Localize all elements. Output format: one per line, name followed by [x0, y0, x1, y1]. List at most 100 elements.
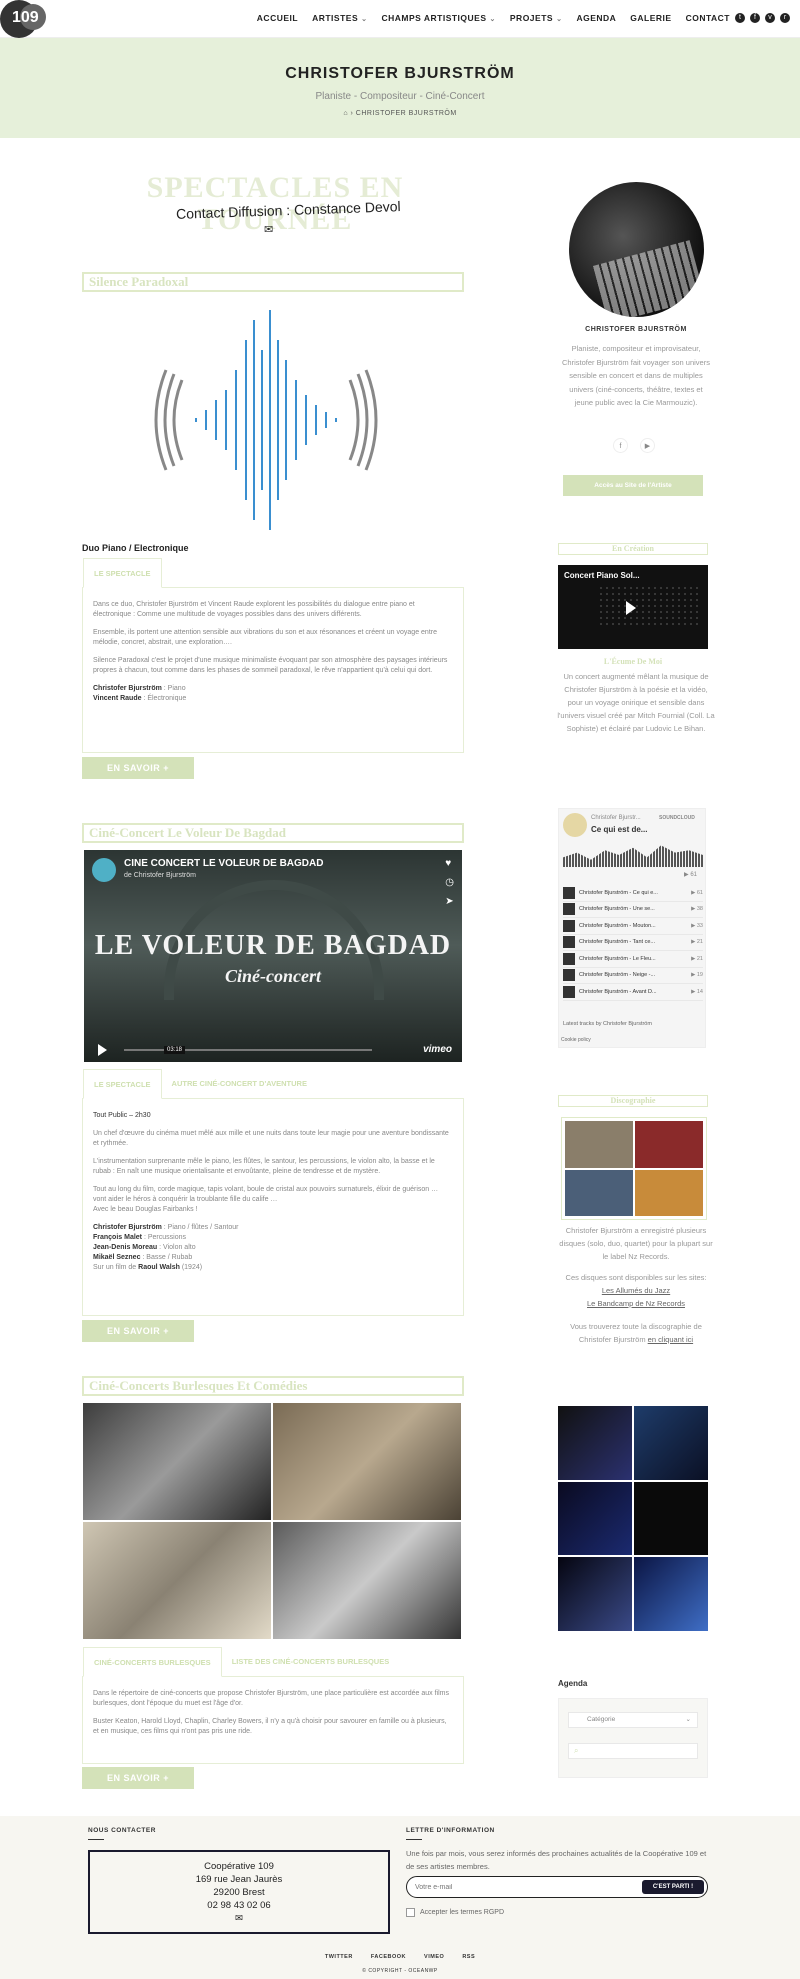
- nav-item-agenda[interactable]: AGENDA: [576, 13, 616, 23]
- rss-icon[interactable]: r: [780, 13, 790, 23]
- main-nav: ACCUEIL ARTISTES ⌄ CHAMPS ARTISTIQUES ⌄ PR…: [257, 13, 730, 23]
- album-cover[interactable]: [565, 1169, 633, 1216]
- sidebar-heading-discographie: Discographie: [558, 1095, 708, 1107]
- list-item[interactable]: Christofer Bjurström - Neige -... ▶ 19: [563, 968, 703, 984]
- rgpd-consent[interactable]: Accepter les termes RGPD: [406, 1908, 504, 1917]
- bagdad-more-button[interactable]: EN SAVOIR +: [82, 1320, 194, 1342]
- footer-link-vimeo[interactable]: VIMEO: [424, 1954, 444, 1960]
- nav-item-champs-artistiques[interactable]: CHAMPS ARTISTIQUES ⌄: [381, 13, 495, 23]
- clock-icon[interactable]: ◷: [445, 877, 454, 888]
- video-title[interactable]: CINE CONCERT LE VOLEUR DE BAGDAD: [124, 858, 323, 869]
- discography-link-full[interactable]: en cliquant ici: [648, 1335, 693, 1344]
- email-field[interactable]: [415, 1881, 615, 1894]
- tab-cine-concerts-burlesques[interactable]: CINÉ-CONCERTS BURLESQUES: [83, 1647, 222, 1677]
- agenda-search-input[interactable]: ⌕: [568, 1743, 698, 1759]
- site-logo[interactable]: 109: [0, 0, 46, 38]
- footer-link-twitter[interactable]: TWITTER: [325, 1954, 353, 1960]
- footer-link-rss[interactable]: RSS: [462, 1954, 475, 1960]
- footer-newsletter-heading: LETTRE D'INFORMATION: [406, 1827, 495, 1840]
- twitter-icon[interactable]: t: [735, 13, 745, 23]
- bagdad-paragraph: Un chef d'œuvre du cinéma muet mêlé aux …: [93, 1130, 449, 1147]
- video-progress-bar[interactable]: 03:18: [124, 1046, 372, 1054]
- mail-icon[interactable]: ✉: [90, 1912, 388, 1925]
- mail-icon[interactable]: ✉: [264, 223, 273, 236]
- gallery-photo[interactable]: [558, 1406, 632, 1480]
- facebook-icon[interactable]: f: [613, 438, 628, 453]
- soundcloud-track[interactable]: Ce qui est de...: [591, 825, 647, 834]
- tab-autre-cine-concert[interactable]: AUTRE CINÉ-CONCERT D'AVENTURE: [162, 1069, 317, 1099]
- nav-item-accueil[interactable]: ACCUEIL: [257, 13, 298, 23]
- artist-site-button[interactable]: Accès au Site de l'Artiste: [563, 475, 703, 496]
- bagdad-video-player[interactable]: CINE CONCERT LE VOLEUR DE BAGDAD de Chri…: [84, 850, 462, 1062]
- track-thumbnail: [563, 936, 575, 949]
- nav-item-projets[interactable]: PROJETS ⌄: [510, 13, 563, 23]
- track-artwork[interactable]: [563, 813, 587, 837]
- soundcloud-logo[interactable]: SOUNDCLOUD: [659, 815, 695, 821]
- burlesque-more-button[interactable]: EN SAVOIR +: [82, 1767, 194, 1789]
- discography-link-allumes[interactable]: Les Allumés du Jazz: [556, 1284, 716, 1297]
- newsletter-description: Une fois par mois, vous serez informés d…: [406, 1849, 707, 1871]
- soundcloud-artist[interactable]: Christofer Bjurstr...: [591, 815, 641, 821]
- album-cover[interactable]: [565, 1121, 633, 1168]
- tab-le-spectacle[interactable]: LE SPECTACLE: [83, 558, 162, 588]
- youtube-icon[interactable]: ▶: [640, 438, 655, 453]
- sidebar-social: f ▶: [613, 438, 655, 453]
- play-icon[interactable]: [98, 1044, 107, 1056]
- discography-link-bandcamp[interactable]: Le Bandcamp de Nz Records: [556, 1297, 716, 1310]
- cookie-policy-link[interactable]: Cookie policy: [561, 1037, 591, 1043]
- gallery-photo[interactable]: [558, 1557, 632, 1631]
- gallery-photo[interactable]: [634, 1557, 708, 1631]
- footer-contact-heading: NOUS CONTACTER: [88, 1827, 156, 1840]
- soundcloud-footer[interactable]: Latest tracks by Christofer Bjurström: [563, 1021, 652, 1027]
- list-item[interactable]: Christofer Bjurström - Tant ce... ▶ 21: [563, 935, 703, 951]
- breadcrumb: ⌂ › CHRISTOFER BJURSTRÖM: [343, 110, 457, 117]
- footer-link-facebook[interactable]: FACEBOOK: [371, 1954, 406, 1960]
- list-item[interactable]: Christofer Bjurström - Mouton... ▶ 33: [563, 918, 703, 935]
- bagdad-credit: Jean-Denis Moreau : Violon alto: [93, 1244, 196, 1251]
- nav-item-artistes[interactable]: ARTISTES ⌄: [312, 13, 367, 23]
- category-select[interactable]: Catégorie ⌄: [568, 1712, 698, 1728]
- subscribe-button[interactable]: C'EST PARTI !: [642, 1880, 704, 1894]
- tab-le-spectacle[interactable]: LE SPECTACLE: [83, 1069, 162, 1099]
- discography-covers[interactable]: [561, 1117, 707, 1220]
- nav-item-contact[interactable]: CONTACT: [686, 13, 730, 23]
- bagdad-credit: Christofer Bjurström : Piano / flûtes / …: [93, 1224, 239, 1231]
- chevron-down-icon: ⌄: [685, 1716, 691, 1723]
- heart-icon[interactable]: ♥: [445, 858, 454, 869]
- gallery-photo[interactable]: [634, 1406, 708, 1480]
- silence-credit: Christofer Bjurström : Piano: [93, 685, 186, 692]
- video-overlay-title: LE VOLEUR DE BAGDAD: [94, 930, 452, 961]
- list-item[interactable]: Christofer Bjurström - Une se... ▶ 38: [563, 902, 703, 918]
- play-icon[interactable]: [626, 601, 636, 615]
- gallery-photo[interactable]: [558, 1481, 632, 1556]
- creation-video-player[interactable]: Concert Piano Sol...: [558, 565, 708, 649]
- discography-full: Vous trouverez toute la discographie de …: [570, 1322, 702, 1344]
- vimeo-icon[interactable]: v: [765, 13, 775, 23]
- gallery-photo[interactable]: [634, 1481, 708, 1556]
- burlesque-photo: [82, 1521, 272, 1640]
- list-item[interactable]: Christofer Bjurström - Ce qui e... ▶ 61: [563, 885, 703, 902]
- nav-item-galerie[interactable]: GALERIE: [630, 13, 671, 23]
- facebook-icon[interactable]: f: [750, 13, 760, 23]
- tab-liste-cine-concerts[interactable]: LISTE DES CINÉ-CONCERTS BURLESQUES: [222, 1647, 400, 1677]
- video-author[interactable]: de Christofer Bjurström: [124, 872, 196, 879]
- list-item[interactable]: Christofer Bjurström - Le Fleu... ▶ 21: [563, 951, 703, 968]
- list-item[interactable]: Christofer Bjurström - Avant D... ▶ 14: [563, 984, 703, 1001]
- soundcloud-widget[interactable]: Christofer Bjurstr... Ce qui est de... S…: [558, 808, 706, 1048]
- album-cover[interactable]: [635, 1121, 703, 1168]
- burlesque-photo: [272, 1521, 462, 1640]
- home-icon[interactable]: ⌂: [343, 110, 348, 117]
- bagdad-credit: Mikaël Seznec : Basse / Rubab: [93, 1254, 193, 1261]
- vimeo-logo[interactable]: vimeo: [423, 1044, 452, 1055]
- creation-video-title[interactable]: Concert Piano Sol...: [564, 571, 640, 580]
- channel-avatar[interactable]: [92, 858, 116, 882]
- bagdad-paragraph: Avec le beau Douglas Fairbanks !: [93, 1206, 198, 1213]
- sidebar-artist-name: CHRISTOFER BJURSTRÖM: [585, 326, 687, 333]
- album-cover[interactable]: [635, 1169, 703, 1216]
- chevron-down-icon: ⌄: [556, 16, 563, 23]
- soundcloud-waveform[interactable]: [563, 845, 703, 867]
- rgpd-checkbox[interactable]: [406, 1908, 415, 1917]
- silence-more-button[interactable]: EN SAVOIR +: [82, 757, 194, 779]
- share-icon[interactable]: ➤: [445, 896, 454, 907]
- track-thumbnail: [563, 952, 575, 965]
